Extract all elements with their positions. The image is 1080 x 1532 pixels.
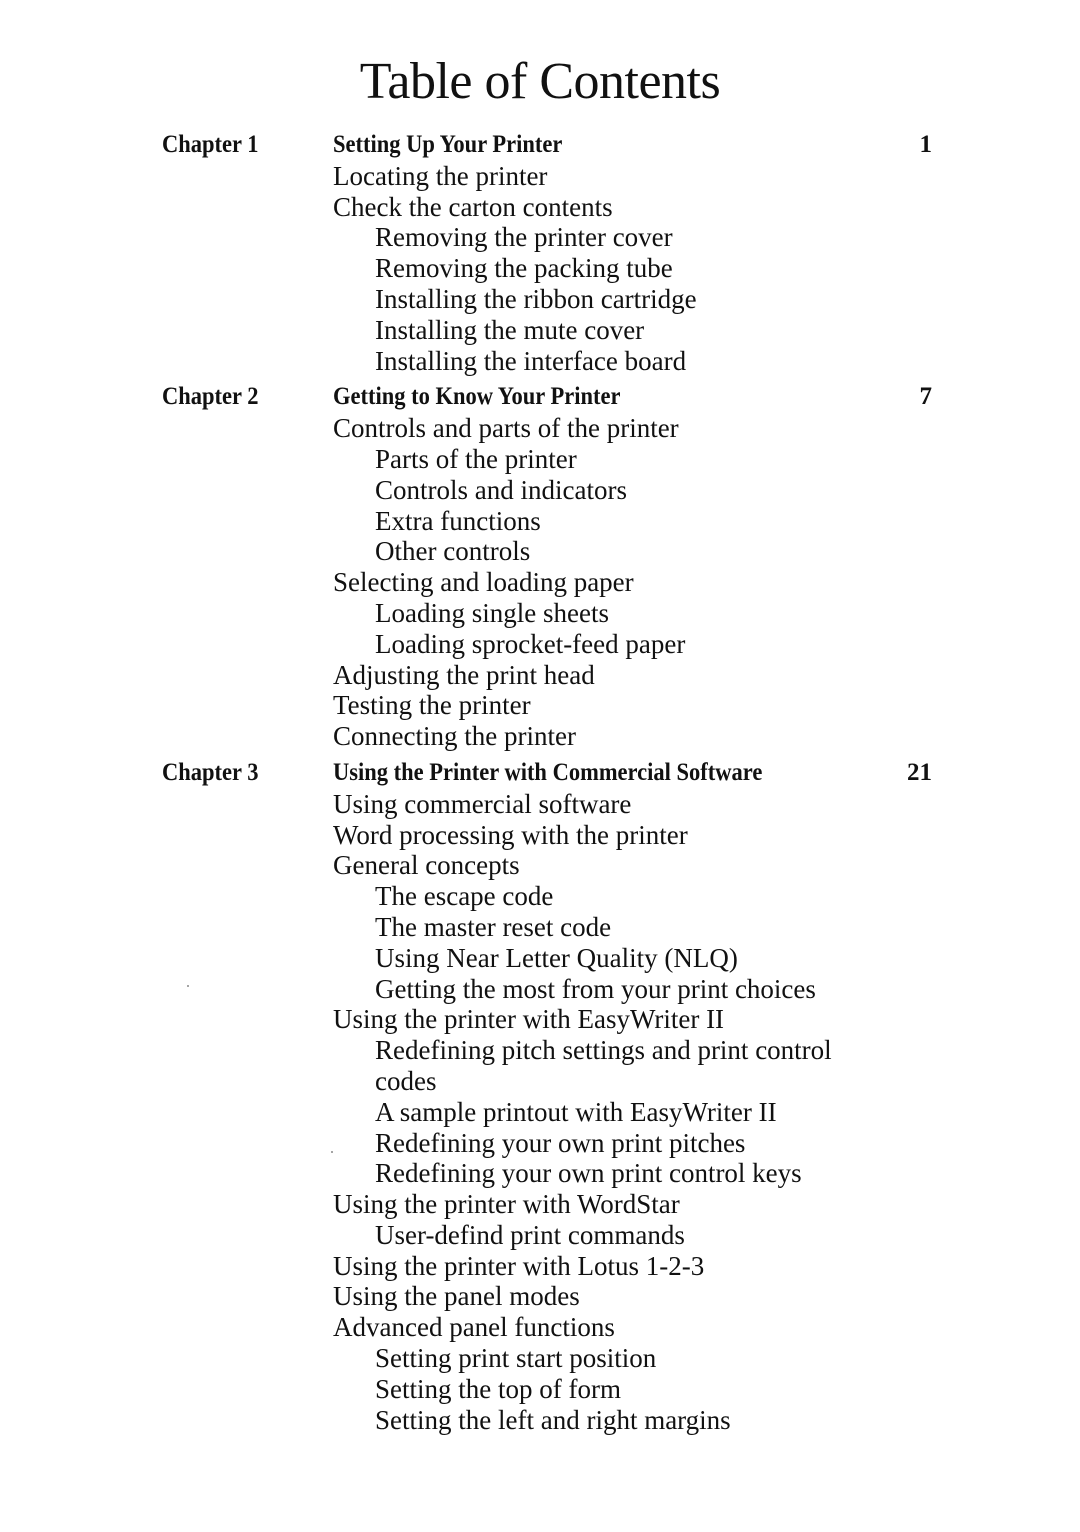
toc-entry[interactable]: Loading sprocket-feed paper bbox=[0, 629, 1080, 660]
chapter-heading[interactable]: Chapter 3 Using the Printer with Commerc… bbox=[0, 758, 1080, 789]
toc-entry[interactable]: User-defind print commands bbox=[0, 1220, 1080, 1251]
chapter-heading[interactable]: Chapter 1 Setting Up Your Printer 1 bbox=[0, 130, 1080, 161]
chapter-title[interactable]: Getting to Know Your Printer bbox=[333, 382, 620, 413]
toc-subsection-label: A sample printout with EasyWriter II bbox=[375, 1096, 777, 1127]
toc-subsection-label: Parts of the printer bbox=[375, 443, 577, 474]
toc-subsection-label: Installing the mute cover bbox=[375, 314, 645, 345]
toc-section-label: Word processing with the printer bbox=[333, 819, 688, 850]
chapter-1: Chapter 1 Setting Up Your Printer 1 Loca… bbox=[0, 130, 1080, 376]
toc-entry[interactable]: Using Near Letter Quality (NLQ) bbox=[0, 943, 1080, 974]
toc-section-label: Testing the printer bbox=[333, 690, 531, 721]
toc-section-label: Locating the printer bbox=[333, 160, 548, 191]
toc-entry[interactable]: Locating the printer bbox=[0, 161, 1080, 192]
toc-subsection-label: The master reset code bbox=[375, 911, 612, 942]
chapter-title[interactable]: Using the Printer with Commercial Softwa… bbox=[333, 758, 762, 789]
toc-entry[interactable]: Installing the ribbon cartridge bbox=[0, 284, 1080, 315]
toc-entry[interactable]: Using commercial software bbox=[0, 789, 1080, 820]
toc-subsection-label: Removing the packing tube bbox=[375, 253, 673, 284]
toc-section-label: Controls and parts of the printer bbox=[333, 413, 679, 444]
toc-entry[interactable]: Extra functions bbox=[0, 506, 1080, 537]
toc-entry[interactable]: Adjusting the print head bbox=[0, 660, 1080, 691]
toc-entry[interactable]: Word processing with the printer bbox=[0, 820, 1080, 851]
chapter-label: Chapter 3 bbox=[162, 758, 259, 786]
chapter-label: Chapter 1 bbox=[162, 131, 259, 158]
toc-entry[interactable]: Testing the printer bbox=[0, 690, 1080, 721]
chapter-2: Chapter 2 Getting to Know Your Printer 7… bbox=[0, 382, 1080, 752]
toc-section-label: General concepts bbox=[333, 850, 520, 881]
toc-entry[interactable]: Connecting the printer bbox=[0, 721, 1080, 752]
chapter-3: Chapter 3 Using the Printer with Commerc… bbox=[0, 758, 1080, 1436]
toc-subsection-label: Setting print start position bbox=[375, 1343, 657, 1374]
toc-section-label: Using the printer with EasyWriter II bbox=[333, 1004, 725, 1035]
toc-subsection-label: Redefining your own print pitches bbox=[375, 1127, 746, 1158]
toc-subsection-label: Getting the most from your print choices bbox=[375, 973, 816, 1004]
toc-entry[interactable]: Check the carton contents bbox=[0, 192, 1080, 223]
toc-entry[interactable]: Getting the most from your print choices bbox=[0, 974, 1080, 1005]
toc-entry[interactable]: Installing the mute cover bbox=[0, 315, 1080, 346]
toc-entry[interactable]: Removing the printer cover bbox=[0, 222, 1080, 253]
toc-subsection-label: Using Near Letter Quality (NLQ) bbox=[375, 942, 738, 973]
toc-subsection-label: Installing the ribbon cartridge bbox=[375, 283, 697, 314]
table-of-contents: Chapter 1 Setting Up Your Printer 1 Loca… bbox=[0, 130, 1080, 1441]
toc-entry[interactable]: The escape code bbox=[0, 881, 1080, 912]
toc-subsection-label: User-defind print commands bbox=[375, 1219, 685, 1250]
toc-subsection-label: Other controls bbox=[375, 536, 531, 567]
toc-section-label: Adjusting the print head bbox=[333, 659, 595, 690]
toc-subsection-label: Setting the top of form bbox=[375, 1373, 621, 1404]
toc-section-label: Advanced panel functions bbox=[333, 1312, 615, 1343]
toc-entry[interactable]: Redefining your own print control keys bbox=[0, 1158, 1080, 1189]
toc-entry[interactable]: Redefining pitch settings and print cont… bbox=[0, 1035, 1080, 1066]
toc-subsection-label: codes bbox=[375, 1065, 437, 1096]
chapter-title[interactable]: Setting Up Your Printer bbox=[333, 130, 562, 161]
toc-subsection-label: Loading sprocket-feed paper bbox=[375, 628, 686, 659]
toc-entry[interactable]: Parts of the printer bbox=[0, 444, 1080, 475]
toc-entry[interactable]: Controls and parts of the printer bbox=[0, 413, 1080, 444]
toc-subsection-label: Extra functions bbox=[375, 505, 541, 536]
toc-entry[interactable]: codes bbox=[0, 1066, 1080, 1097]
toc-entry[interactable]: A sample printout with EasyWriter II bbox=[0, 1097, 1080, 1128]
toc-section-label: Using the printer with Lotus 1-2-3 bbox=[333, 1250, 705, 1281]
toc-entry[interactable]: Using the panel modes bbox=[0, 1281, 1080, 1312]
toc-entry[interactable]: Using the printer with EasyWriter II bbox=[0, 1004, 1080, 1035]
page-title: Table of Contents bbox=[359, 53, 721, 110]
toc-section-label: Using the panel modes bbox=[333, 1281, 580, 1312]
toc-subsection-label: Loading single sheets bbox=[375, 597, 609, 628]
toc-section-label: Check the carton contents bbox=[333, 191, 613, 222]
toc-subsection-label: Installing the interface board bbox=[375, 345, 687, 376]
toc-entry[interactable]: Setting print start position bbox=[0, 1343, 1080, 1374]
scan-speck bbox=[331, 1151, 333, 1153]
toc-entry[interactable]: Using the printer with WordStar bbox=[0, 1189, 1080, 1220]
chapter-label: Chapter 2 bbox=[162, 383, 259, 411]
chapter-heading[interactable]: Chapter 2 Getting to Know Your Printer 7 bbox=[0, 382, 1080, 413]
toc-entry[interactable]: Selecting and loading paper bbox=[0, 567, 1080, 598]
toc-entry[interactable]: Controls and indicators bbox=[0, 475, 1080, 506]
toc-subsection-label: Setting the left and right margins bbox=[375, 1404, 731, 1435]
toc-section-label: Using commercial software bbox=[333, 788, 632, 819]
toc-entry[interactable]: Removing the packing tube bbox=[0, 253, 1080, 284]
toc-subsection-label: The escape code bbox=[375, 881, 554, 912]
chapter-page-number: 1 bbox=[919, 131, 933, 158]
toc-section-label: Selecting and loading paper bbox=[333, 567, 634, 598]
toc-subsection-label: Controls and indicators bbox=[375, 474, 627, 505]
toc-subsection-label: Removing the printer cover bbox=[375, 222, 673, 253]
toc-entry[interactable]: Other controls bbox=[0, 536, 1080, 567]
toc-entry[interactable]: Advanced panel functions bbox=[0, 1312, 1080, 1343]
toc-entry[interactable]: Redefining your own print pitches bbox=[0, 1128, 1080, 1159]
scan-speck bbox=[187, 985, 189, 987]
toc-entry[interactable]: The master reset code bbox=[0, 912, 1080, 943]
toc-subsection-label: Redefining your own print control keys bbox=[375, 1158, 802, 1189]
toc-entry[interactable]: Installing the interface board bbox=[0, 346, 1080, 377]
toc-entry[interactable]: Setting the left and right margins bbox=[0, 1405, 1080, 1436]
chapter-page-number: 7 bbox=[919, 383, 933, 411]
toc-subsection-label: Redefining pitch settings and print cont… bbox=[375, 1035, 832, 1066]
toc-entry[interactable]: Using the printer with Lotus 1-2-3 bbox=[0, 1251, 1080, 1282]
toc-entry[interactable]: General concepts bbox=[0, 850, 1080, 881]
toc-section-label: Connecting the printer bbox=[333, 721, 576, 752]
toc-entry[interactable]: Setting the top of form bbox=[0, 1374, 1080, 1405]
chapter-page-number: 21 bbox=[907, 758, 932, 786]
toc-section-label: Using the printer with WordStar bbox=[333, 1189, 680, 1220]
toc-entry[interactable]: Loading single sheets bbox=[0, 598, 1080, 629]
